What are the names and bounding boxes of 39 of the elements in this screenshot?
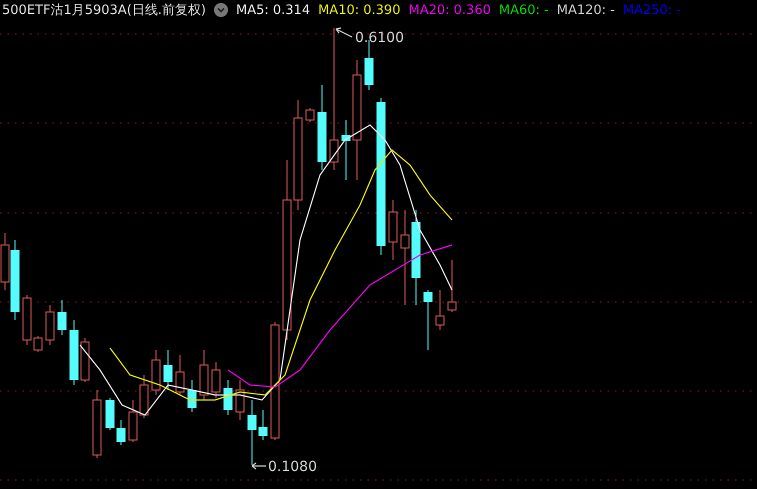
candlestick	[128, 400, 138, 442]
candlestick	[176, 354, 184, 396]
candlestick	[258, 410, 268, 440]
candlestick	[70, 320, 78, 386]
candlestick	[34, 336, 42, 352]
arrow-icon	[251, 462, 267, 470]
candlestick	[46, 304, 54, 346]
moving-average-label: MA250: -	[622, 2, 682, 18]
high-price-label: 0.6100	[355, 30, 404, 46]
candlestick	[58, 300, 66, 336]
candlestick	[248, 400, 256, 466]
candlestick	[106, 398, 114, 430]
candlestick	[22, 294, 32, 346]
candlestick	[152, 350, 160, 396]
candlestick	[342, 120, 350, 180]
candlestick	[212, 362, 220, 398]
moving-average-label: MA60: -	[498, 2, 549, 18]
candlestick	[200, 350, 208, 400]
candlestick	[306, 108, 314, 122]
low-price-label: 0.1080	[268, 459, 317, 475]
moving-average-label: MA10: 0.390	[318, 2, 400, 18]
candlestick	[164, 350, 172, 390]
dropdown-icon[interactable]	[214, 3, 228, 17]
candlestick	[424, 290, 432, 350]
candlestick	[92, 390, 102, 458]
candlestick	[436, 290, 444, 330]
moving-average-label: MA20: 0.360	[408, 2, 491, 18]
candlestick	[188, 380, 196, 412]
candlestick	[236, 380, 244, 420]
candlestick	[224, 380, 232, 416]
candlestick	[388, 200, 398, 260]
candlestick	[116, 420, 126, 446]
chart-title: 500ETF沽1月5903A(日线.前复权)	[2, 2, 206, 19]
moving-average-label: MA5: 0.314	[236, 2, 310, 18]
moving-average-label: MA120: -	[556, 2, 615, 18]
candlestick	[140, 374, 148, 418]
candlestick	[80, 338, 90, 382]
candlestick	[448, 260, 456, 312]
arrow-icon	[335, 27, 353, 38]
